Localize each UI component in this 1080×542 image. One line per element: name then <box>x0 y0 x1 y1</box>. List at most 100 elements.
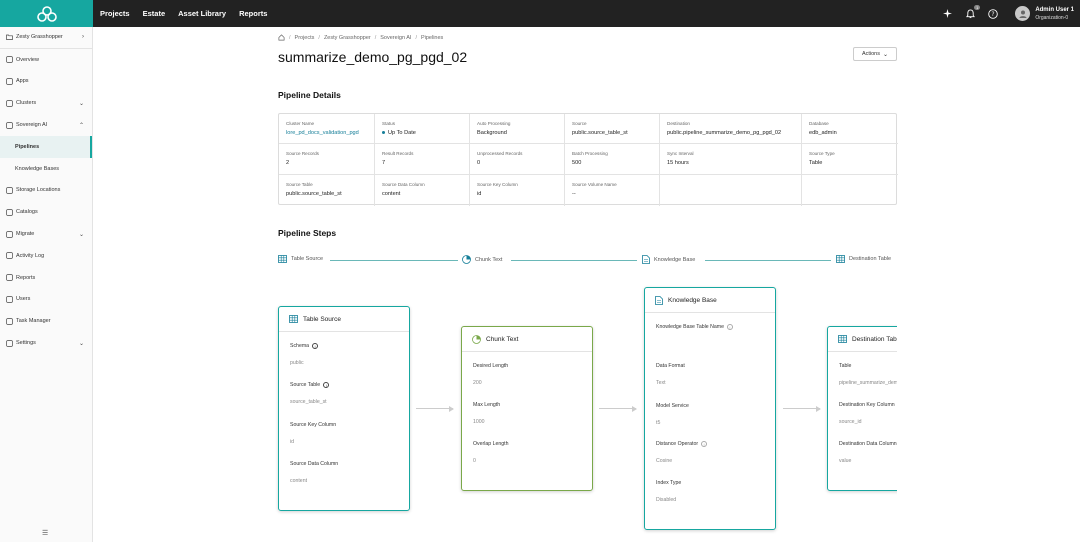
sidebar-item-label: Apps <box>16 78 29 85</box>
notification-bell-icon[interactable]: 1 <box>963 4 981 21</box>
field-model-service: Model Service t5 <box>656 403 689 426</box>
clusters-icon <box>5 99 13 107</box>
detail-value: 0 <box>477 160 481 166</box>
chunk-icon <box>472 334 481 344</box>
sidebar-item-storage-locations[interactable]: Storage Locations <box>0 180 92 202</box>
collapse-sidebar-icon[interactable]: ☰ <box>42 529 48 537</box>
card-chunk-text[interactable]: Chunk Text Desired Length 200 Max Length… <box>461 326 593 491</box>
breadcrumb: / Projects / Zesty Grasshopper / Soverei… <box>278 34 443 41</box>
breadcrumb-sovereign-ai[interactable]: Sovereign AI <box>380 35 411 41</box>
chevron-down-icon: ⌄ <box>78 231 84 238</box>
svg-text:?: ? <box>992 11 995 18</box>
detail-cell: Result Records 7 <box>375 144 470 175</box>
sparkle-icon[interactable] <box>940 7 954 21</box>
sidebar-item-label: Migrate <box>16 231 35 238</box>
detail-value: edb_admin <box>809 130 837 136</box>
sidebar-item-apps[interactable]: Apps <box>0 71 92 93</box>
step-destination-table[interactable]: Destination Table <box>836 255 897 263</box>
table-icon <box>278 255 287 263</box>
sidebar-item-knowledge-bases[interactable]: Knowledge Bases <box>0 158 92 180</box>
sidebar-item-label: Clusters <box>16 100 37 107</box>
document-icon <box>655 295 663 305</box>
settings-icon <box>5 339 13 347</box>
sidebar-item-activity-log[interactable]: Activity Log <box>0 245 92 267</box>
field-value: 0 <box>473 458 476 464</box>
detail-value: public.source_table_st <box>572 130 628 136</box>
detail-value: id <box>477 191 482 197</box>
info-icon[interactable]: i <box>701 441 708 447</box>
breadcrumb-project[interactable]: Zesty Grasshopper <box>324 35 371 41</box>
info-icon[interactable]: i <box>312 343 319 349</box>
sidebar-item-settings[interactable]: Settings ⌄ <box>0 332 92 354</box>
detail-value: public.source_table_st <box>286 191 342 197</box>
detail-label: Auto Processing <box>477 121 511 126</box>
field-value: content <box>290 478 308 484</box>
card-knowledge-base[interactable]: Knowledge Base Knowledge Base Table Name… <box>644 287 776 530</box>
field-source-data-column: Source Data Column content <box>290 461 338 484</box>
field-schema: Schema i public <box>290 343 319 366</box>
main-nav: Projects Estate Asset Library Reports <box>100 0 267 27</box>
sidebar-item-users[interactable]: Users <box>0 289 92 311</box>
field-max-length: Max Length 1000 <box>473 402 500 425</box>
cluster-name-link[interactable]: lore_pd_docs_validation_pgd <box>286 130 374 136</box>
nav-projects[interactable]: Projects <box>100 9 130 18</box>
sidebar-item-sovereign-ai[interactable]: Sovereign AI ⌃ <box>0 114 92 136</box>
nav-reports[interactable]: Reports <box>239 9 267 18</box>
field-label: Source Key Column <box>290 422 337 428</box>
step-label: Table Source <box>291 256 324 262</box>
home-icon[interactable] <box>278 34 285 41</box>
sidebar-item-overview[interactable]: Overview <box>0 49 92 71</box>
step-chunk-text[interactable]: Chunk Text <box>462 255 502 264</box>
logo-icon <box>36 5 57 22</box>
breadcrumb-pipelines[interactable]: Pipelines <box>421 35 443 41</box>
actions-button[interactable]: Actions ⌄ <box>853 47 897 61</box>
sidebar-item-catalogs[interactable]: Catalogs <box>0 201 92 223</box>
chevron-up-icon: ⌃ <box>78 122 84 129</box>
card-title: Knowledge Base <box>668 296 717 304</box>
info-icon[interactable]: i <box>726 324 733 330</box>
top-right-tools: 1 ? Admin User 1 Organization-0 <box>940 0 1080 27</box>
nav-asset-library[interactable]: Asset Library <box>178 9 226 18</box>
sidebar-item-reports[interactable]: Reports <box>0 267 92 289</box>
sidebar-item-task-manager[interactable]: Task Manager <box>0 310 92 332</box>
pipeline-steps-title: Pipeline Steps <box>278 228 337 238</box>
field-index-type: Index Type Disabled <box>656 480 681 503</box>
field-value: value <box>839 458 852 464</box>
status-text: Up To Date <box>388 130 416 136</box>
document-icon <box>642 255 650 264</box>
detail-label: Unprocessed Records <box>477 151 523 156</box>
field-label: Model Service <box>656 403 689 409</box>
help-icon[interactable]: ? <box>986 7 1000 21</box>
nav-estate[interactable]: Estate <box>143 9 166 18</box>
detail-value: public.pipeline_summarize_demo_pg_pgd_02 <box>667 130 782 136</box>
field-destination-key-column: Destination Key Column source_id <box>839 402 895 425</box>
sidebar-item-pipelines[interactable]: Pipelines <box>0 135 92 158</box>
step-knowledge-base[interactable]: Knowledge Base <box>642 255 695 264</box>
sidebar-item-migrate[interactable]: Migrate ⌄ <box>0 223 92 245</box>
field-source-table: Source Table i source_table_st <box>290 382 330 405</box>
detail-cell: Auto Processing Background <box>470 114 565 144</box>
sidebar-item-clusters[interactable]: Clusters ⌄ <box>0 92 92 114</box>
sidebar-project-selector[interactable]: Zesty Grasshopper › <box>0 27 92 49</box>
field-value: 1000 <box>473 419 485 425</box>
app-logo[interactable] <box>0 0 93 27</box>
reports-icon <box>5 274 13 282</box>
breadcrumb-projects[interactable]: Projects <box>295 35 315 41</box>
step-table-source[interactable]: Table Source <box>278 255 323 263</box>
field-value: Disabled <box>656 497 677 503</box>
detail-cell: Sync Interval 15 hours <box>660 144 802 175</box>
info-icon[interactable]: i <box>323 382 330 388</box>
sidebar-item-label: Overview <box>16 56 39 63</box>
table-icon <box>836 255 845 263</box>
user-menu[interactable]: Admin User 1 Organization-0 <box>1015 6 1074 22</box>
field-label: Destination Data Column <box>839 441 897 447</box>
card-table-source[interactable]: Table Source Schema i public Source Table… <box>278 306 410 511</box>
flow-arrow <box>416 405 454 412</box>
field-label: Index Type <box>656 480 682 486</box>
sidebar-item-label: Knowledge Bases <box>15 165 60 172</box>
chevron-down-icon: ⌄ <box>78 340 84 347</box>
detail-cell: Source Type Table <box>802 144 898 175</box>
activity-icon <box>5 252 13 260</box>
field-value: Text <box>656 380 666 386</box>
detail-cell: Status Up To Date <box>375 114 470 144</box>
